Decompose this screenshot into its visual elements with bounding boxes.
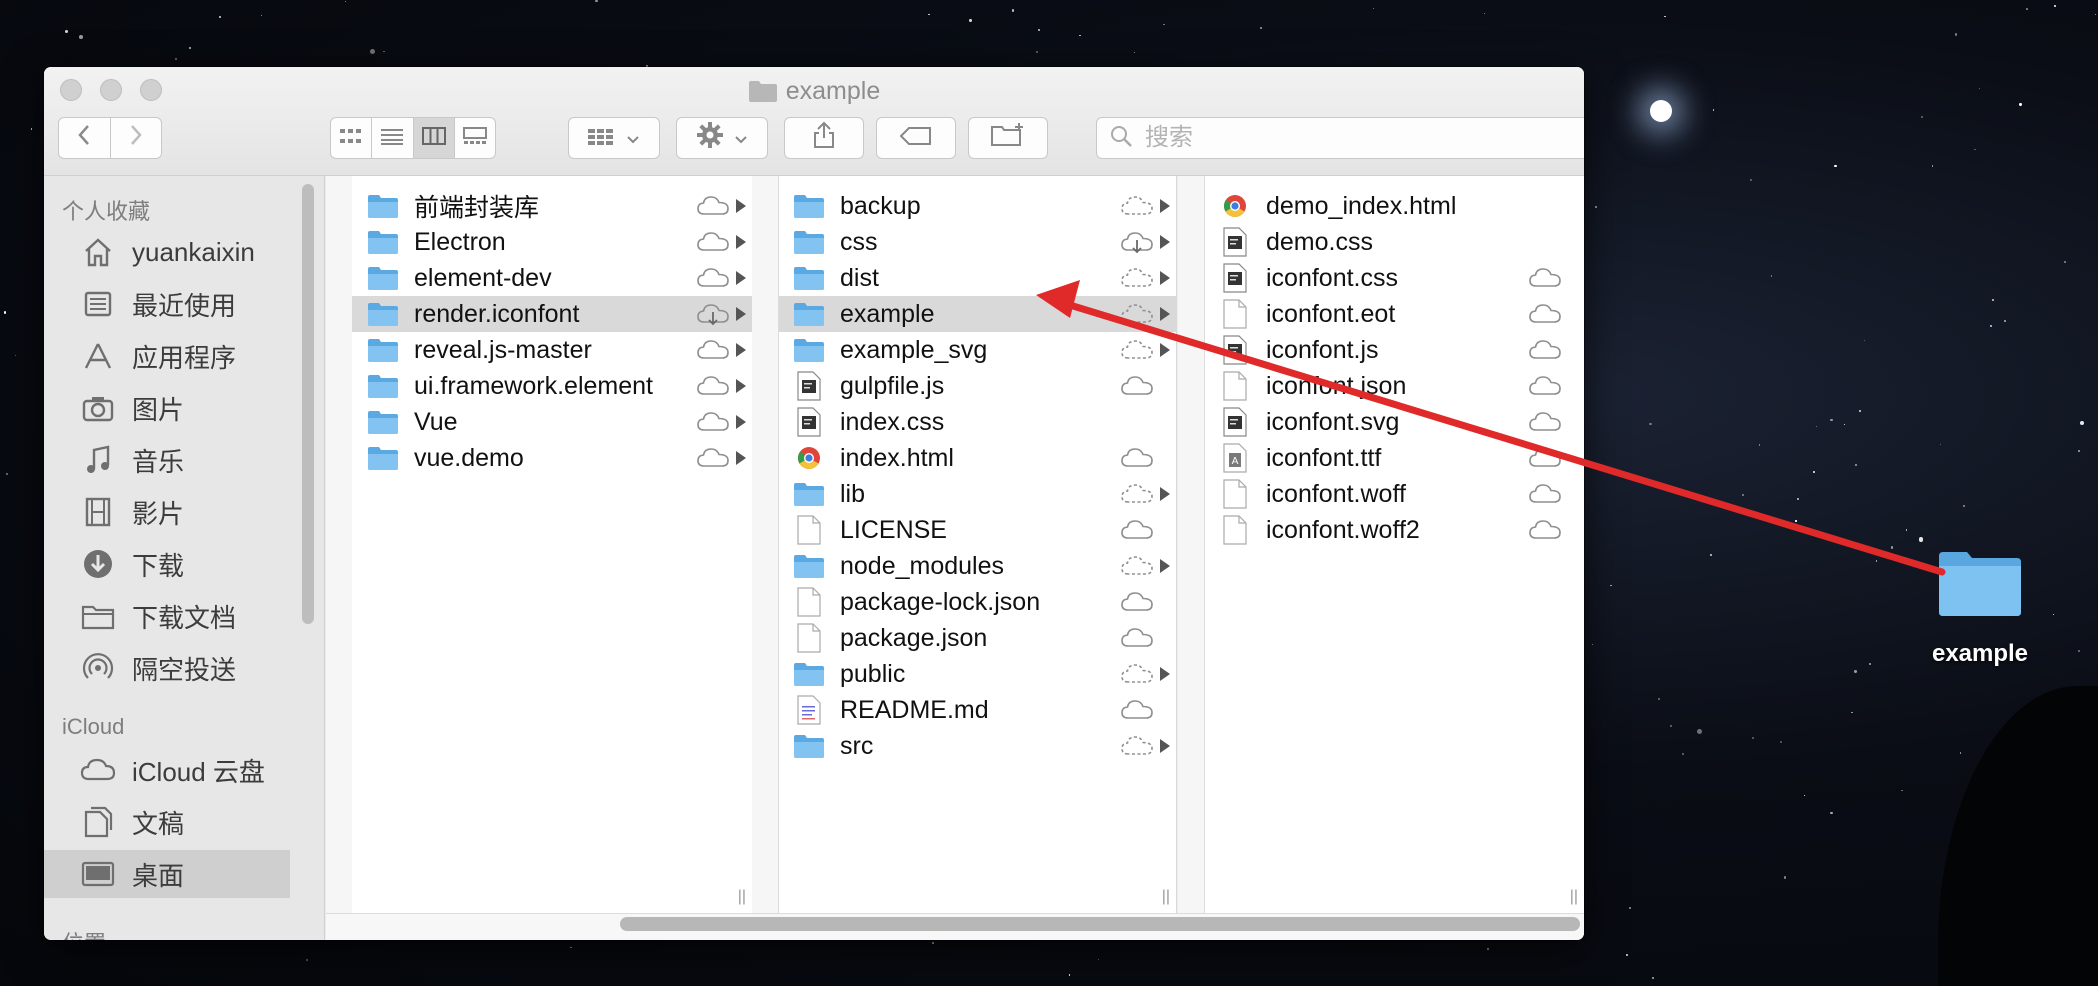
annotation-arrow [1036, 280, 1946, 576]
